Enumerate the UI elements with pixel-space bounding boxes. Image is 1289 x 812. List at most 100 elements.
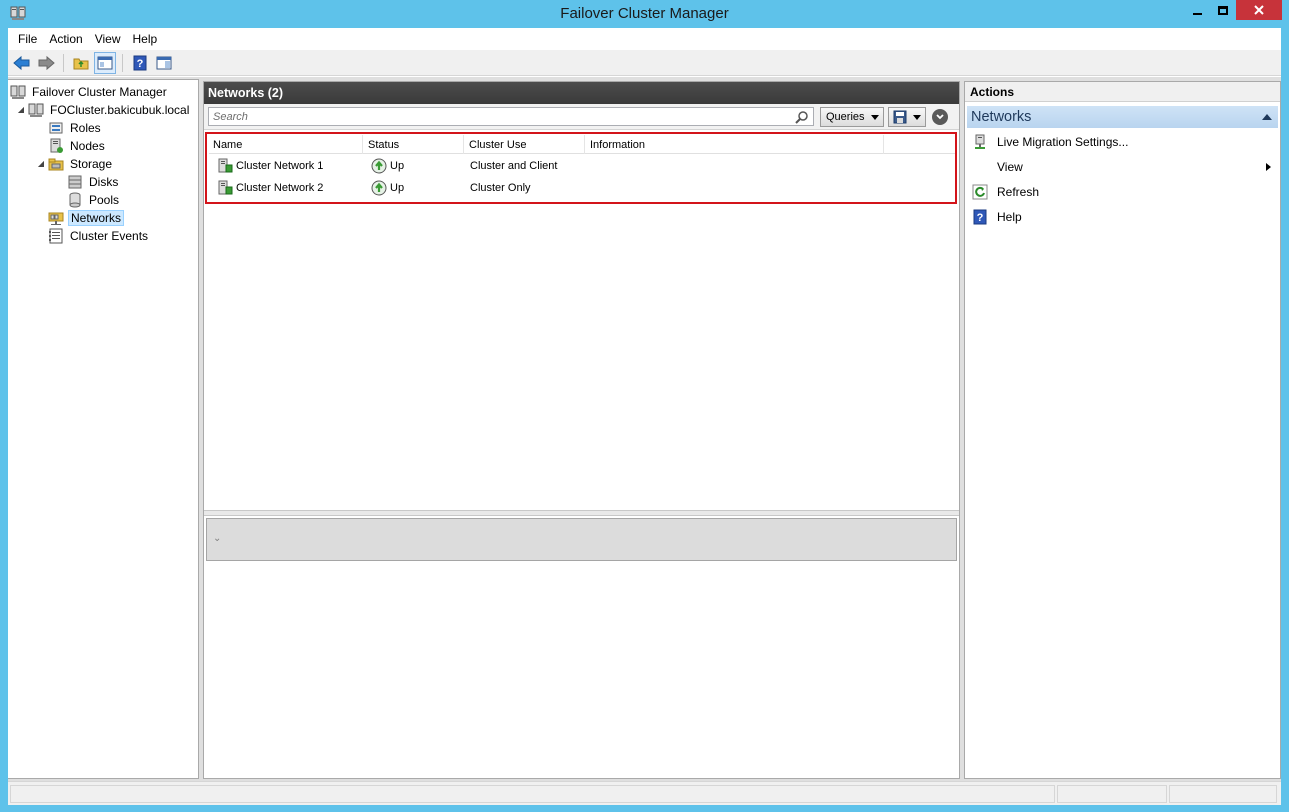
close-icon <box>1254 5 1264 15</box>
maximize-button[interactable] <box>1210 0 1236 20</box>
dropdown-arrow-icon <box>871 115 879 120</box>
show-hide-console-tree-icon <box>97 56 113 69</box>
tree-item-roles[interactable]: Roles <box>48 119 103 136</box>
cell-name: Cluster Network 1 <box>217 155 323 177</box>
network-name: Cluster Network 1 <box>236 160 324 172</box>
main-window: File Action View Help ? Failover Cluster… <box>8 28 1281 805</box>
svg-text:?: ? <box>137 58 144 70</box>
submenu-arrow-icon <box>1266 163 1271 171</box>
status-bar <box>8 781 1281 805</box>
tree-item-storage[interactable]: ◢ Storage <box>36 155 114 172</box>
toolbar-separator <box>63 53 64 72</box>
column-header-name[interactable]: Name <box>209 135 363 154</box>
tree-item-networks[interactable]: Networks <box>48 209 125 226</box>
console-tree: Failover Cluster Manager ◢ FOCluster.bak… <box>8 79 199 779</box>
actions-section-header[interactable]: Networks <box>967 106 1278 128</box>
roles-icon <box>48 120 64 136</box>
cluster-icon <box>28 102 44 118</box>
column-header-cluster-use[interactable]: Cluster Use <box>465 135 585 154</box>
details-panel: ⌄ <box>206 518 957 561</box>
search-icon[interactable] <box>795 110 809 124</box>
menu-help[interactable]: Help <box>127 32 164 46</box>
back-arrow-icon <box>13 55 30 70</box>
cell-cluster-use: Cluster Only <box>470 182 531 194</box>
action-refresh[interactable]: Refresh <box>965 180 1280 204</box>
grid-header: Name Status Cluster Use Information <box>209 135 955 154</box>
column-header-status[interactable]: Status <box>364 135 464 154</box>
collapse-arrow-icon[interactable]: ◢ <box>36 159 46 169</box>
networks-icon <box>48 210 64 226</box>
network-status: Up <box>390 182 405 194</box>
collapse-arrow-icon[interactable]: ◢ <box>16 105 26 115</box>
tree-label-networks: Networks <box>68 209 125 226</box>
actions-section-label: Networks <box>971 109 1032 125</box>
tree-label-cluster: FOCluster.bakicubuk.local <box>50 102 190 117</box>
window-title: Failover Cluster Manager <box>560 5 729 22</box>
show-hide-action-pane-button[interactable] <box>153 52 175 74</box>
tree-item-events[interactable]: Cluster Events <box>48 227 150 244</box>
menu-action[interactable]: Action <box>43 32 88 46</box>
queries-button[interactable]: Queries <box>820 107 884 127</box>
tree-item-root[interactable]: Failover Cluster Manager <box>10 83 169 100</box>
cell-status: Up <box>371 155 404 177</box>
menu-file[interactable]: File <box>12 32 43 46</box>
tree-label-root: Failover Cluster Manager <box>32 84 167 99</box>
toolbar-separator <box>122 53 123 72</box>
tree-label-nodes: Nodes <box>70 138 105 153</box>
tree-item-disks[interactable]: Disks <box>67 173 120 190</box>
cell-cluster-use: Cluster and Client <box>470 160 558 172</box>
forward-button[interactable] <box>35 52 57 74</box>
tree-item-cluster[interactable]: ◢ FOCluster.bakicubuk.local <box>16 101 191 118</box>
title-bar: Failover Cluster Manager <box>0 0 1289 28</box>
cell-status: Up <box>371 177 404 199</box>
dropdown-arrow-icon <box>913 115 921 120</box>
action-label: Help <box>997 210 1022 224</box>
help-icon: ? <box>133 55 147 70</box>
help-toolbar-button[interactable]: ? <box>129 52 151 74</box>
search-placeholder: Search <box>213 110 248 123</box>
chevron-down-icon[interactable]: ⌄ <box>213 533 221 544</box>
storage-icon <box>48 156 64 172</box>
minimize-button[interactable] <box>1184 0 1210 20</box>
forward-arrow-icon <box>38 55 55 70</box>
cell-name: Cluster Network 2 <box>217 177 323 199</box>
back-button[interactable] <box>11 52 33 74</box>
expand-collapse-button[interactable] <box>932 109 948 125</box>
pane-splitter[interactable] <box>204 510 959 516</box>
menu-view[interactable]: View <box>89 32 127 46</box>
table-row[interactable]: Cluster Network 2 Up Cluster Only <box>209 177 955 199</box>
disks-icon <box>67 174 83 190</box>
up-one-level-button[interactable] <box>70 52 92 74</box>
save-query-button[interactable] <box>888 107 926 127</box>
show-hide-action-pane-icon <box>156 56 172 69</box>
tree-item-pools[interactable]: Pools <box>67 191 121 208</box>
tree-label-events: Cluster Events <box>70 228 149 243</box>
tree-label-disks: Disks <box>89 174 119 189</box>
show-hide-console-tree-button[interactable] <box>94 51 116 74</box>
cluster-manager-icon <box>10 84 26 100</box>
search-input[interactable]: Search <box>208 107 814 126</box>
action-live-migration-settings[interactable]: Live Migration Settings... <box>965 130 1280 154</box>
tree-label-pools: Pools <box>89 192 120 207</box>
column-header-information[interactable]: Information <box>586 135 884 154</box>
action-help[interactable]: ? Help <box>965 205 1280 229</box>
action-label: Refresh <box>997 185 1040 199</box>
status-up-icon <box>371 158 387 174</box>
nodes-icon <box>48 138 64 154</box>
close-button[interactable] <box>1236 0 1282 20</box>
collapse-arrow-icon[interactable] <box>1262 114 1272 120</box>
action-view[interactable]: View <box>965 155 1280 179</box>
cluster-events-icon <box>48 228 64 244</box>
status-cell <box>10 785 1055 803</box>
refresh-icon <box>972 184 988 200</box>
pane-title: Networks (2) <box>204 82 959 104</box>
table-row[interactable]: Cluster Network 1 Up Cluster and Client <box>209 155 955 177</box>
tree-item-nodes[interactable]: Nodes <box>48 137 107 154</box>
network-status: Up <box>390 160 405 172</box>
cluster-network-icon <box>217 158 233 174</box>
center-pane: Networks (2) Search Queries Name Status … <box>203 81 960 779</box>
status-cell <box>1169 785 1277 803</box>
search-bar: Search Queries <box>204 104 959 130</box>
up-folder-icon <box>73 58 89 69</box>
action-label: View <box>997 160 1023 174</box>
